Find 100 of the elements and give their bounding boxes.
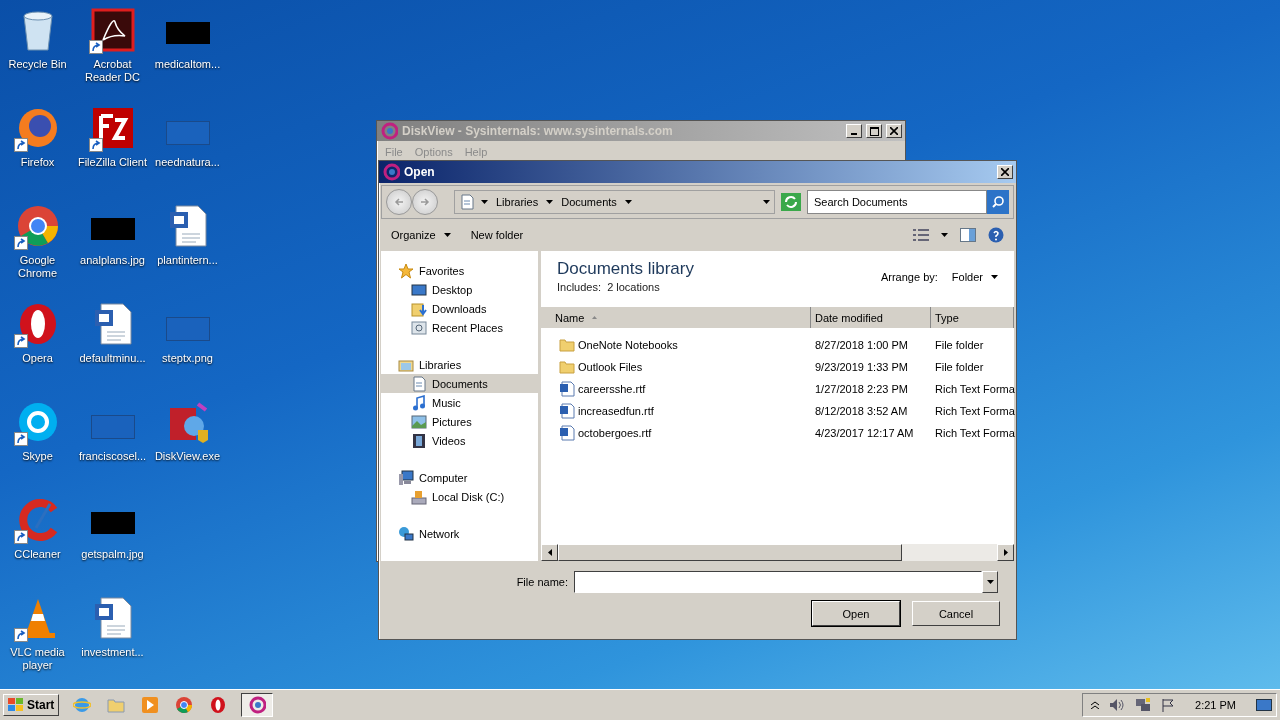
navigation-item[interactable]: Computer xyxy=(381,468,538,487)
navigation-item[interactable]: Favorites xyxy=(381,261,538,280)
navigation-item[interactable]: Music xyxy=(381,393,538,412)
dialog-button[interactable]: Cancel xyxy=(912,601,1000,626)
view-caret-icon xyxy=(941,233,948,237)
desktop-icon-label[interactable]: DiskView.exe xyxy=(154,450,221,463)
desktop-icon-label[interactable]: getspalm.jpg xyxy=(81,548,144,561)
window-title: Open xyxy=(404,165,436,179)
help-icon[interactable] xyxy=(988,227,1004,243)
word-document-icon xyxy=(559,425,575,441)
maximize-icon xyxy=(869,126,879,136)
file-name[interactable]: octobergoes.rtf xyxy=(578,427,652,439)
toolbar-button[interactable]: Organize xyxy=(391,227,451,243)
show-desktop-icon[interactable] xyxy=(1256,699,1272,711)
image-thumbnail xyxy=(165,317,210,341)
word-document-icon xyxy=(559,403,575,419)
drive-icon xyxy=(411,488,427,505)
breadcrumb-link[interactable]: Libraries xyxy=(494,196,541,208)
desktop-icon-label[interactable]: defaultminu... xyxy=(79,352,146,365)
chevron-up-icon[interactable] xyxy=(1091,701,1100,709)
date-cell-text: 1/27/2018 2:23 PM xyxy=(814,383,909,395)
play-icon xyxy=(141,696,160,714)
network-globe-icon xyxy=(398,525,414,542)
navigation-item[interactable]: Downloads xyxy=(381,299,538,318)
close-icon xyxy=(1001,168,1009,176)
desktop-icon-label[interactable]: Skype xyxy=(22,450,53,463)
speaker-icon[interactable] xyxy=(1109,698,1126,712)
navigation-item[interactable]: Network xyxy=(381,524,538,543)
toolbar-button[interactable]: New folder xyxy=(470,227,524,243)
scroll-left-button[interactable] xyxy=(541,544,558,561)
close-button[interactable] xyxy=(886,124,902,138)
flag-icon[interactable] xyxy=(1161,698,1176,712)
desktop-icon-label[interactable]: Opera xyxy=(22,352,53,365)
view-list-icon[interactable] xyxy=(913,229,929,241)
desktop-icon-label[interactable]: Google Chrome xyxy=(0,254,75,280)
minimize-button[interactable] xyxy=(846,124,862,138)
breadcrumb-link[interactable]: Documents xyxy=(559,196,619,208)
desktop-icon-label[interactable]: FileZilla Client xyxy=(77,156,148,169)
type-cell-text: File folder xyxy=(934,339,985,351)
navigation-item[interactable]: Local Disk (C:) xyxy=(381,487,538,506)
search-icon xyxy=(992,196,1004,208)
desktop-icon-label[interactable]: Firefox xyxy=(20,156,55,169)
date-cell-text: 8/12/2018 3:52 AM xyxy=(814,405,909,417)
file-name[interactable]: Outlook Files xyxy=(578,361,643,373)
desktop-icon-label[interactable]: neednatura... xyxy=(155,156,220,169)
disk-app-icon xyxy=(380,122,398,140)
film-strip-icon xyxy=(411,432,427,449)
scroll-right-button[interactable] xyxy=(997,544,1014,561)
file-name[interactable]: careersshe.rtf xyxy=(578,383,646,395)
opera-logo-icon xyxy=(209,696,228,714)
navigation-item[interactable]: Videos xyxy=(381,431,538,450)
caret-icon xyxy=(624,200,632,204)
image-thumbnail xyxy=(165,121,210,145)
search-button[interactable] xyxy=(987,190,1009,214)
desktop-icon-label[interactable]: franciscosel... xyxy=(78,450,147,463)
start-button[interactable]: Start xyxy=(3,694,60,716)
network-icon[interactable] xyxy=(1135,697,1152,713)
windows-logo-icon xyxy=(8,698,24,712)
refresh-icon[interactable] xyxy=(781,193,801,211)
chrome-logo-icon xyxy=(15,204,60,248)
file-name[interactable]: increasedfun.rtf xyxy=(578,405,654,417)
caret-icon xyxy=(986,580,994,584)
desktop-icon-label[interactable]: CCleaner xyxy=(14,548,61,561)
maximize-button[interactable] xyxy=(866,124,882,138)
caret-icon xyxy=(443,233,451,237)
back-arrow-icon xyxy=(394,197,404,207)
close-button[interactable] xyxy=(997,165,1013,179)
scroll-thumb[interactable] xyxy=(558,544,902,561)
arrange-dropdown[interactable]: Folder xyxy=(951,271,998,283)
desktop-icon-label[interactable]: plantintern... xyxy=(157,254,218,267)
file-name[interactable]: OneNote Notebooks xyxy=(578,339,678,351)
preview-pane-icon[interactable] xyxy=(960,228,976,242)
close-icon xyxy=(890,127,898,135)
desktop-icon-label[interactable]: medicaltom... xyxy=(154,58,221,71)
search-field[interactable]: Search Documents xyxy=(807,190,987,214)
dropdown-caret-icon xyxy=(763,200,770,204)
navigation-item[interactable]: Pictures xyxy=(381,412,538,431)
navigation-item[interactable]: Desktop xyxy=(381,280,538,299)
desktop-icon-label[interactable]: Acrobat Reader DC xyxy=(75,58,150,84)
horizontal-scrollbar[interactable] xyxy=(541,544,1014,561)
clock[interactable]: 2:21 PM xyxy=(1195,699,1236,711)
star-icon xyxy=(398,262,414,279)
navigation-item[interactable]: Libraries xyxy=(381,355,538,374)
navigation-item[interactable]: Documents xyxy=(381,374,538,393)
dropdown-button[interactable] xyxy=(982,571,998,593)
desktop-icon-label[interactable]: VLC media player xyxy=(0,646,75,672)
desktop-icon-label[interactable]: analplans.jpg xyxy=(80,254,145,267)
caret-icon xyxy=(546,200,554,204)
disk-app-icon xyxy=(248,696,267,714)
navigation-item[interactable]: Recent Places xyxy=(381,318,538,337)
taskbar-button[interactable] xyxy=(241,693,274,717)
desktop-icon-label[interactable]: steptx.png xyxy=(162,352,213,365)
date-cell-text: 8/27/2018 1:00 PM xyxy=(814,339,909,351)
dialog-button[interactable]: Open xyxy=(812,601,900,626)
desktop-icon-label[interactable]: Recycle Bin xyxy=(8,58,67,71)
includes-text: Includes: 2 locations xyxy=(557,281,661,293)
file-name-field[interactable] xyxy=(574,571,982,593)
file-name-label: File name: xyxy=(516,576,568,588)
desktop-icon-label[interactable]: investment... xyxy=(81,646,144,659)
address-bar[interactable]: Libraries Documents xyxy=(454,190,775,214)
